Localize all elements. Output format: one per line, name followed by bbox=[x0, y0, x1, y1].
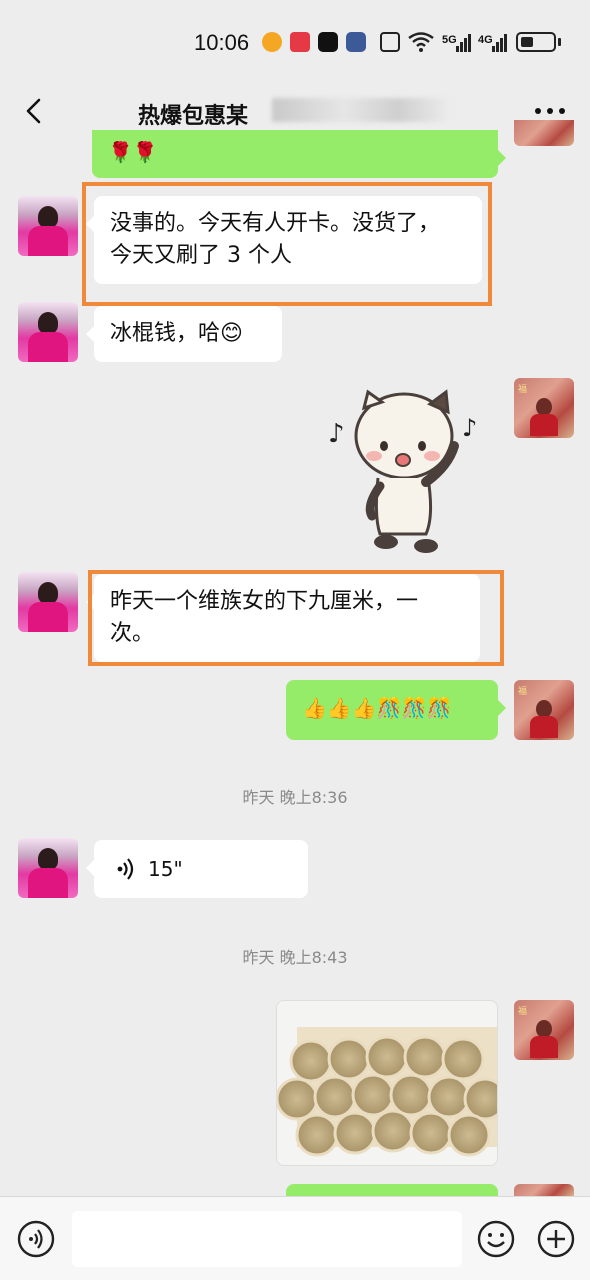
signal-bars-icon-2 bbox=[492, 34, 507, 52]
status-bar: 10:06 5G 4G bbox=[0, 0, 590, 80]
voice-input-icon[interactable] bbox=[16, 1219, 56, 1259]
wifi-icon bbox=[408, 32, 434, 52]
highlight-box bbox=[82, 182, 492, 306]
battery-tip bbox=[558, 38, 561, 46]
app-blue-icon bbox=[346, 32, 366, 52]
contact-avatar[interactable] bbox=[18, 838, 78, 898]
voice-duration: 15" bbox=[148, 857, 183, 881]
highlight-box bbox=[88, 570, 504, 666]
more-dots-icon[interactable] bbox=[533, 106, 567, 116]
contact-avatar[interactable] bbox=[18, 302, 78, 362]
status-time: 10:06 bbox=[194, 30, 250, 55]
message-bubble-out[interactable]: 👍👍👍🎊🎊🎊 bbox=[286, 680, 506, 740]
weibo-icon bbox=[262, 32, 282, 52]
message-text: 冰棍钱，哈😊 bbox=[110, 321, 243, 346]
contact-avatar[interactable] bbox=[18, 572, 78, 632]
redacted-phone bbox=[272, 98, 452, 122]
plus-icon[interactable] bbox=[536, 1219, 576, 1259]
message-bubble-in[interactable]: 冰棍钱，哈😊 bbox=[86, 306, 282, 362]
signal-bars-icon bbox=[456, 34, 471, 52]
my-avatar[interactable] bbox=[514, 120, 574, 146]
signal-4g-label: 4G bbox=[478, 34, 493, 46]
moxa-sticks-photo[interactable] bbox=[276, 1000, 498, 1166]
contact-avatar[interactable] bbox=[18, 196, 78, 256]
tiktok-icon bbox=[318, 32, 338, 52]
message-bubble-out[interactable]: 🌹🌹 bbox=[92, 130, 506, 178]
chevron-left-icon[interactable] bbox=[20, 96, 50, 126]
svg-text:♪: ♪ bbox=[462, 414, 477, 442]
message-text: 👍👍👍🎊🎊🎊 bbox=[302, 696, 452, 720]
message-text: 🌹🌹 bbox=[108, 140, 158, 164]
dancing-panda-sticker[interactable]: ♪ ♪ bbox=[322, 386, 492, 554]
my-avatar[interactable]: 福 bbox=[514, 378, 574, 438]
app-red-icon bbox=[290, 32, 310, 52]
input-bar bbox=[0, 1196, 590, 1280]
battery-icon bbox=[516, 32, 556, 52]
chat-timestamp: 昨天 晚上8:36 bbox=[242, 788, 348, 807]
signal-5g-label: 5G bbox=[442, 34, 457, 46]
my-avatar[interactable] bbox=[514, 1184, 574, 1196]
chat-timestamp: 昨天 晚上8:43 bbox=[242, 948, 348, 967]
my-avatar[interactable]: 福 bbox=[514, 680, 574, 740]
my-avatar[interactable]: 福 bbox=[514, 1000, 574, 1060]
voice-wave-icon bbox=[117, 858, 134, 880]
message-input[interactable] bbox=[72, 1211, 462, 1267]
emoji-icon[interactable] bbox=[476, 1219, 516, 1259]
nfc-icon bbox=[380, 32, 400, 52]
svg-text:♪: ♪ bbox=[328, 419, 345, 449]
voice-message-bubble[interactable]: 15" bbox=[86, 840, 308, 898]
chat-title: 热爆包惠某 bbox=[138, 104, 249, 129]
